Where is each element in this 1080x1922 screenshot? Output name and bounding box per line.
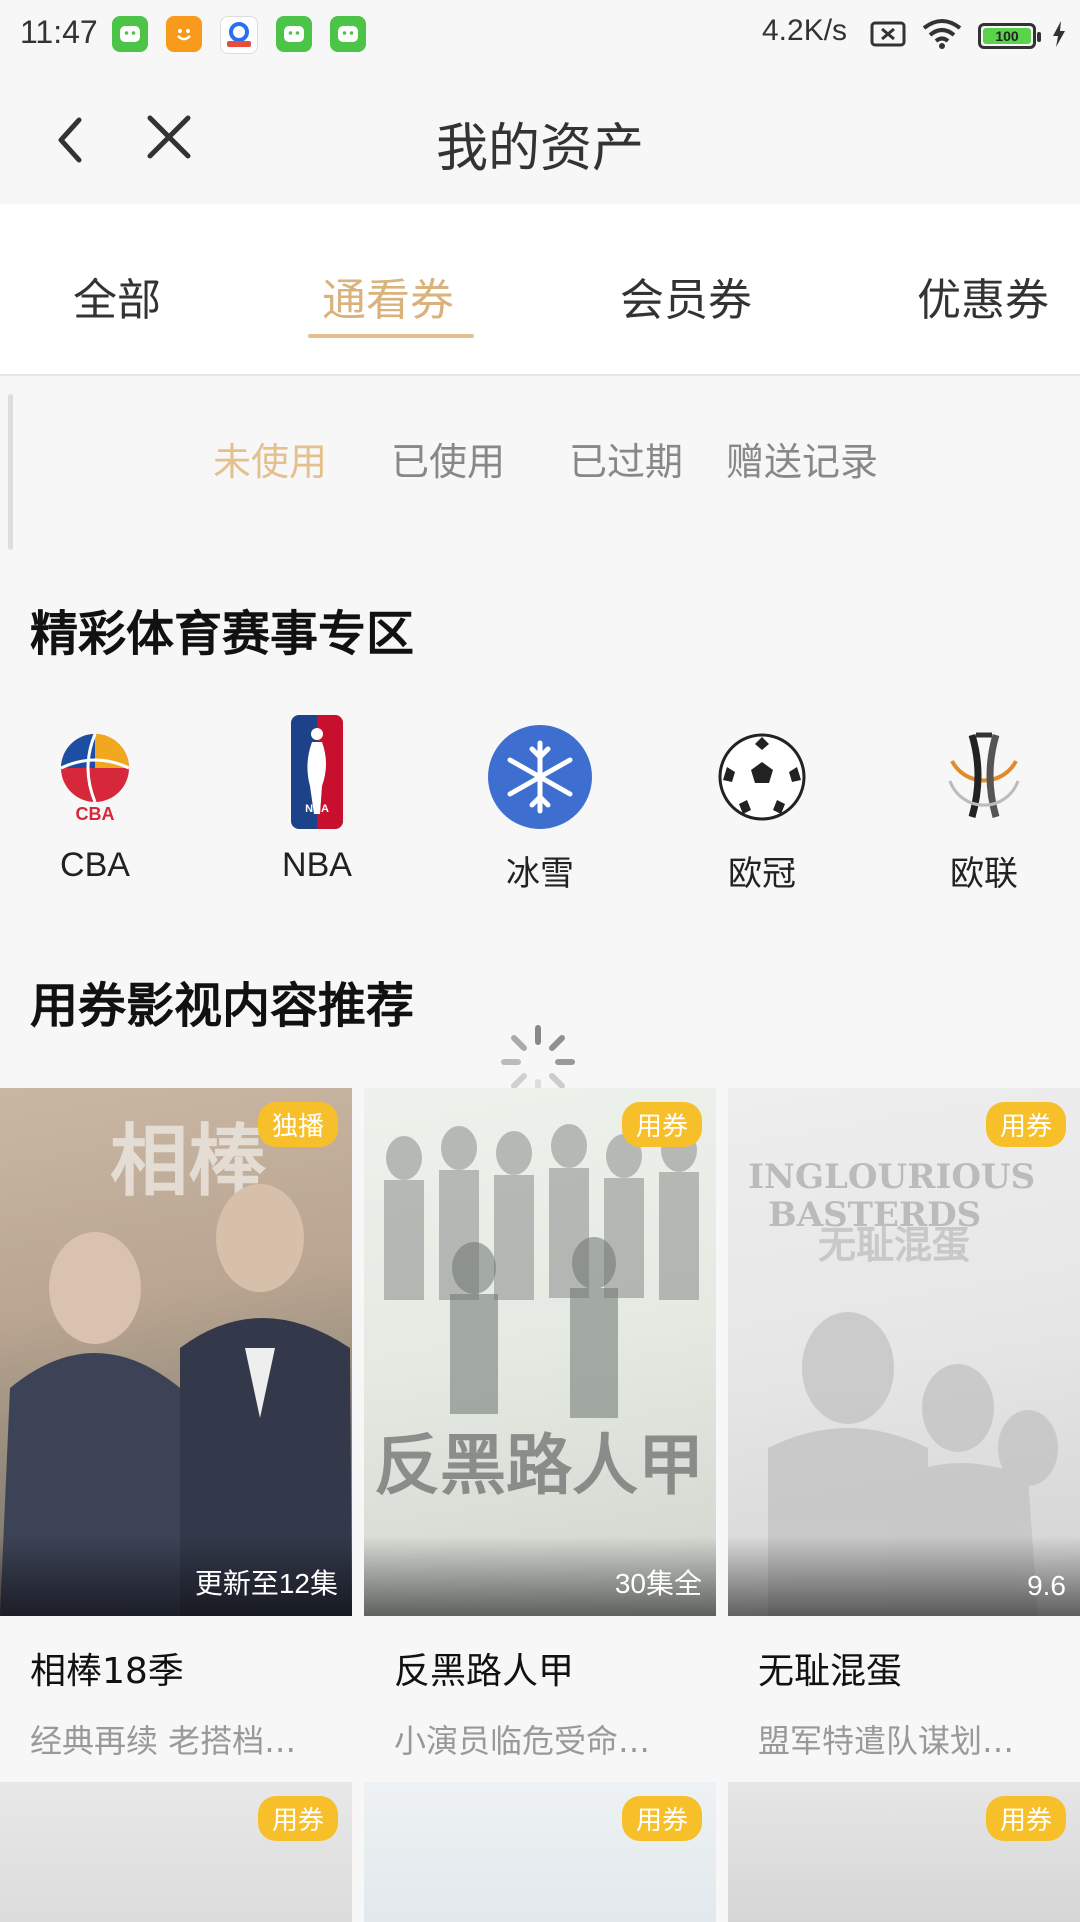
system-icons: 100 — [870, 18, 1066, 54]
tab-all[interactable]: 全部 — [73, 264, 161, 328]
sport-item-uel[interactable]: 欧联 — [889, 722, 1079, 895]
rating: 9.6 — [1027, 1570, 1066, 1601]
status-bar: 11:47 4.2K/s 100 — [0, 0, 1080, 70]
subtab-expired[interactable]: 已过期 — [569, 431, 683, 486]
sport-label: 冰雪 — [506, 855, 574, 893]
sport-label: NBA — [282, 846, 352, 884]
battery-icon: 100 — [978, 23, 1041, 49]
nav-bar: 我的资产 — [0, 70, 1080, 204]
snowflake-icon — [485, 722, 595, 832]
subtab-unused[interactable]: 未使用 — [213, 431, 327, 486]
episode-info: 30集全 — [614, 1568, 702, 1599]
tab-coupon[interactable]: 优惠券 — [917, 264, 1049, 328]
page-title: 我的资产 — [435, 119, 644, 179]
card-title: 相棒18季 — [30, 1651, 184, 1692]
poster-image[interactable]: 反黑路人甲 用券 30集全 — [364, 1088, 716, 1616]
soccer-ball-icon — [707, 722, 817, 832]
asset-tabs: 全部 通看券 会员券 优惠券 — [0, 204, 1080, 376]
episode-info: 更新至12集 — [194, 1568, 338, 1599]
badge-voucher: 用券 — [985, 1102, 1066, 1147]
nba-logo-icon: NBA — [262, 712, 372, 832]
status-time: 11:47 — [20, 14, 98, 50]
sport-label: CBA — [60, 846, 130, 884]
svg-text:无耻混蛋: 无耻混蛋 — [818, 1223, 970, 1267]
poster-title-art: 反黑路人甲 — [374, 1426, 704, 1504]
recommend-section-title: 用券影视内容推荐 — [30, 978, 415, 1034]
content-card[interactable]: 用券 — [364, 1782, 716, 1922]
wechat-like-icon — [330, 16, 366, 52]
poster-image[interactable]: 用券 — [364, 1782, 716, 1922]
badge-voucher: 用券 — [985, 1796, 1066, 1841]
poster-image[interactable]: INGLOURIOUS BASTERDS 无耻混蛋 用券 9.6 — [728, 1088, 1080, 1616]
sport-item-nba[interactable]: NBA NBA — [222, 712, 412, 885]
cba-logo-icon: CBA — [40, 722, 150, 832]
tab-member-voucher[interactable]: 会员券 — [620, 264, 752, 328]
subtab-gift-record[interactable]: 赠送记录 — [726, 431, 878, 486]
card-desc: 盟军特遣队谋划… — [758, 1722, 1015, 1760]
notification-icons — [112, 16, 366, 54]
browser-icon — [220, 16, 258, 54]
sports-section-title: 精彩体育赛事专区 — [30, 606, 415, 662]
content-card[interactable]: 相棒 独播 更新至12集 相棒18季 经典再续 老搭档… — [0, 1088, 352, 1762]
card-desc: 经典再续 老搭档… — [30, 1722, 297, 1760]
poster-title-art: INGLOURIOUS — [748, 1157, 1035, 1197]
scroll-indicator — [8, 394, 13, 550]
poster-image[interactable]: 用券 — [0, 1782, 352, 1922]
svg-text:CBA: CBA — [76, 804, 115, 822]
net-speed: 4.2K/s — [762, 14, 848, 47]
sport-label: 欧冠 — [728, 855, 796, 893]
subtab-used[interactable]: 已使用 — [391, 431, 505, 486]
card-desc: 小演员临危受命… — [394, 1722, 651, 1760]
sport-item-ucl[interactable]: 欧冠 — [667, 722, 857, 895]
card-title: 反黑路人甲 — [394, 1651, 575, 1692]
card-title: 无耻混蛋 — [758, 1651, 903, 1692]
sport-item-cba[interactable]: CBA CBA — [0, 722, 190, 885]
wifi-icon — [922, 18, 962, 54]
poster-image[interactable]: 相棒 独播 更新至12集 — [0, 1088, 352, 1616]
tab-pass-voucher[interactable]: 通看券 — [322, 264, 454, 328]
badge-voucher: 用券 — [621, 1796, 702, 1841]
sports-list: CBA CBA NBA NBA 冰雪 欧冠 欧联 — [0, 700, 1080, 920]
content-card[interactable]: 用券 — [728, 1782, 1080, 1922]
sport-item-winter[interactable]: 冰雪 — [445, 722, 635, 895]
content-card[interactable]: 用券 — [0, 1782, 352, 1922]
voucher-status-tabs: 未使用 已使用 已过期 赠送记录 — [0, 376, 1080, 556]
charging-icon — [1052, 21, 1066, 51]
content-card[interactable]: INGLOURIOUS BASTERDS 无耻混蛋 用券 9.6 无耻混蛋 盟军… — [728, 1088, 1080, 1762]
wechat-like-icon — [112, 16, 148, 52]
face-icon — [166, 16, 202, 52]
wechat-like-icon — [276, 16, 312, 52]
sim-off-icon — [870, 20, 906, 52]
content-card[interactable]: 反黑路人甲 用券 30集全 反黑路人甲 小演员临危受命… — [364, 1088, 716, 1762]
badge-voucher: 用券 — [257, 1796, 338, 1841]
europa-league-icon — [929, 722, 1039, 832]
active-tab-indicator — [308, 334, 474, 338]
badge-voucher: 用券 — [621, 1102, 702, 1147]
svg-text:NBA: NBA — [305, 803, 329, 815]
poster-image[interactable]: 用券 — [728, 1782, 1080, 1922]
badge-exclusive: 独播 — [257, 1102, 338, 1147]
sport-label: 欧联 — [950, 855, 1018, 893]
